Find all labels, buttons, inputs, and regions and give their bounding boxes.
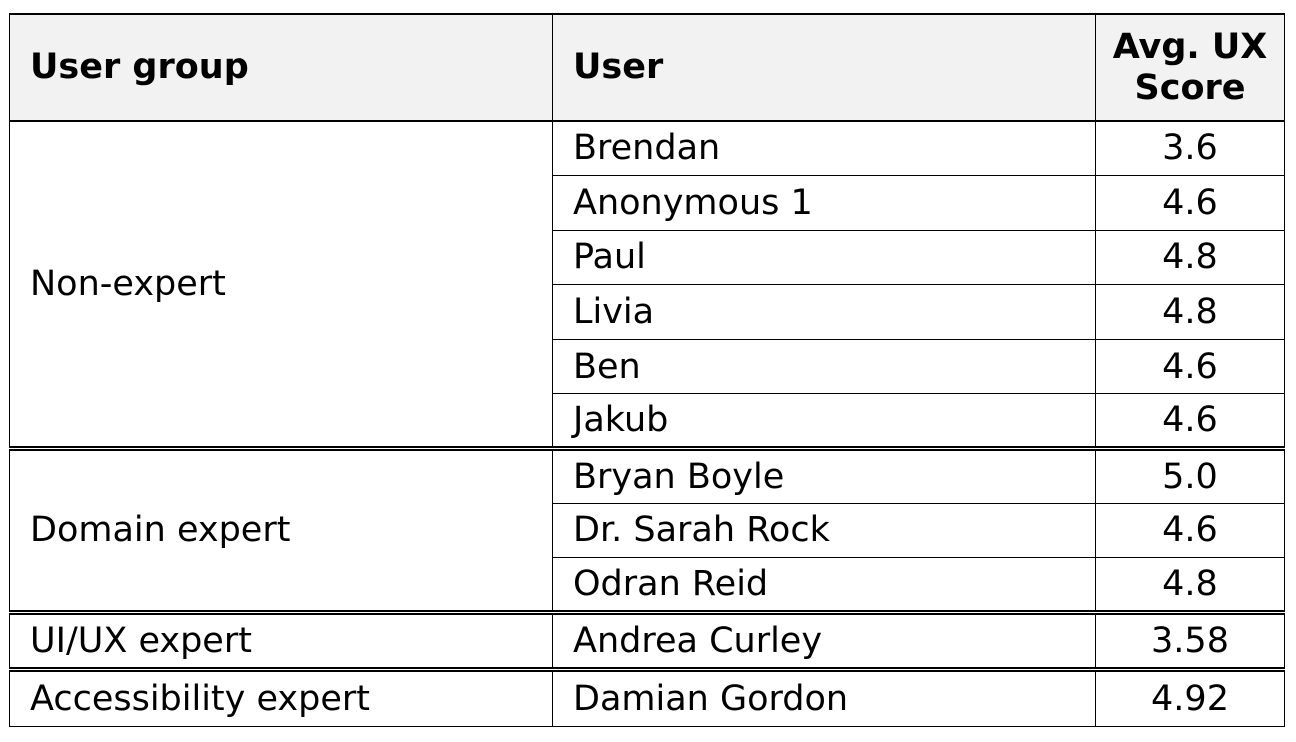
- table-row: Non-expert Brendan 3.6: [9, 120, 1285, 450]
- score-cell: 4.92: [1095, 666, 1285, 727]
- header-user-group: User group: [9, 13, 553, 122]
- group-non-expert: Non-expert Brendan 3.6 Anonymous 1 4.6 P…: [9, 120, 1285, 450]
- group-name-cell: Domain expert: [9, 446, 553, 613]
- score-cell: 4.8: [1095, 284, 1285, 340]
- user-cell: Brendan: [552, 120, 1096, 177]
- table-row: Accessibility expert Damian Gordon 4.92: [9, 666, 1285, 727]
- user-cell: Anonymous 1: [552, 175, 1096, 231]
- score-cell: 4.6: [1095, 175, 1285, 231]
- user-cell: Dr. Sarah Rock: [552, 502, 1096, 559]
- user-cell: Bryan Boyle: [552, 446, 1096, 504]
- user-cell: Damian Gordon: [552, 666, 1096, 727]
- user-cell: Ben: [552, 338, 1096, 395]
- group-name-cell: Non-expert: [9, 120, 553, 450]
- user-cell: Paul: [552, 229, 1096, 286]
- table-header: User group User Avg. UX Score: [9, 13, 1285, 122]
- table-row: Domain expert Bryan Boyle 5.0: [9, 446, 1285, 613]
- group-accessibility-expert: Accessibility expert Damian Gordon 4.92: [9, 666, 1285, 727]
- user-cell: Andrea Curley: [552, 609, 1096, 670]
- ux-score-table: User group User Avg. UX Score Non-expert…: [9, 13, 1285, 727]
- score-cell: 3.58: [1095, 609, 1285, 670]
- group-ui-ux-expert: UI/UX expert Andrea Curley 3.58: [9, 609, 1285, 670]
- header-user: User: [552, 13, 1096, 122]
- group-name-cell: Accessibility expert: [9, 666, 553, 727]
- score-cell: 4.8: [1095, 229, 1285, 286]
- header-row: User group User Avg. UX Score: [9, 13, 1285, 122]
- score-cell: 4.8: [1095, 557, 1285, 613]
- header-avg-ux-score: Avg. UX Score: [1095, 13, 1285, 122]
- score-cell: 4.6: [1095, 502, 1285, 559]
- score-cell: 5.0: [1095, 446, 1285, 504]
- score-cell: 4.6: [1095, 338, 1285, 395]
- table-row: UI/UX expert Andrea Curley 3.58: [9, 609, 1285, 670]
- user-cell: Jakub: [552, 393, 1096, 450]
- score-cell: 4.6: [1095, 393, 1285, 450]
- score-cell: 3.6: [1095, 120, 1285, 177]
- group-domain-expert: Domain expert Bryan Boyle 5.0 Dr. Sarah …: [9, 446, 1285, 613]
- user-cell: Livia: [552, 284, 1096, 340]
- user-cell: Odran Reid: [552, 557, 1096, 613]
- group-name-cell: UI/UX expert: [9, 609, 553, 670]
